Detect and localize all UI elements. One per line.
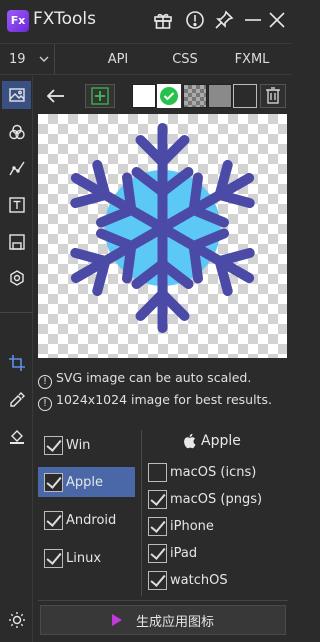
info-text-2: 1024x1024 image for best results. xyxy=(56,392,272,407)
sidebar-frame-button[interactable] xyxy=(2,228,31,256)
minimize-icon[interactable] xyxy=(242,9,264,31)
platform-item-apple[interactable]: Apple xyxy=(38,467,135,497)
checkbox[interactable] xyxy=(148,570,167,590)
delete-button[interactable] xyxy=(260,84,286,108)
bg-swatch-gray[interactable] xyxy=(208,84,232,108)
image-toolbar xyxy=(34,82,292,110)
sidebar-crop-button[interactable] xyxy=(2,349,31,377)
gift-icon[interactable] xyxy=(152,9,174,31)
image-preview xyxy=(38,114,287,358)
bg-swatch-dark[interactable] xyxy=(233,84,257,108)
apple-heading: Apple xyxy=(182,433,241,449)
platform-list: Win Apple Android Linux xyxy=(38,426,138,586)
option-ipad[interactable]: iPad xyxy=(148,540,288,566)
tab-css[interactable]: CSS xyxy=(162,44,208,75)
close-icon[interactable] xyxy=(266,9,288,31)
pin-icon[interactable] xyxy=(213,9,235,31)
sidebar-separator xyxy=(0,312,33,313)
main-panel: ! SVG image can be auto scaled. ! 1024x102… xyxy=(34,76,292,642)
checkbox[interactable] xyxy=(148,489,167,509)
bg-swatch-white[interactable] xyxy=(132,84,156,108)
option-watchos[interactable]: watchOS xyxy=(148,567,288,593)
option-label: macOS (pngs) xyxy=(170,491,263,507)
sidebar-shapes-button[interactable] xyxy=(2,118,31,146)
option-macos-icns[interactable]: macOS (icns) xyxy=(148,459,288,485)
crop-icon xyxy=(8,355,25,371)
checkbox[interactable] xyxy=(148,543,167,563)
sidebar-eyedropper-button[interactable] xyxy=(2,386,31,414)
option-label: iPhone xyxy=(170,518,214,534)
app-title: FXTools xyxy=(33,9,97,29)
frame-icon xyxy=(8,234,25,250)
info-icon[interactable] xyxy=(184,9,206,31)
bottom-divider xyxy=(38,600,288,601)
path-icon xyxy=(8,161,25,176)
platform-label: Android xyxy=(66,512,117,528)
info-circle-icon: ! xyxy=(38,397,52,411)
sidebar xyxy=(0,76,33,642)
sidebar-text-button[interactable] xyxy=(2,191,31,219)
platform-label: Win xyxy=(66,437,91,453)
apple-logo-icon xyxy=(184,433,196,449)
sidebar-path-button[interactable] xyxy=(2,154,31,182)
info-line-1: ! SVG image can be auto scaled. xyxy=(38,370,251,389)
tabs-row: 19 API CSS FXML xyxy=(0,43,292,75)
sidebar-hexagon-button[interactable] xyxy=(2,264,31,292)
version-select[interactable]: 19 xyxy=(0,44,55,75)
checkbox[interactable] xyxy=(44,548,63,568)
app-logo-icon: Fx xyxy=(7,10,29,32)
apple-heading-text: Apple xyxy=(201,433,241,449)
platform-label: Apple xyxy=(66,474,104,490)
info-text-1: SVG image can be auto scaled. xyxy=(56,370,252,385)
snowflake-icon xyxy=(38,123,287,358)
fill-icon xyxy=(9,430,24,444)
trash-icon xyxy=(266,87,280,104)
checkbox[interactable] xyxy=(44,510,63,530)
chevron-down-icon xyxy=(39,56,49,62)
option-label: iPad xyxy=(170,545,198,561)
checkbox[interactable] xyxy=(44,435,63,455)
column-divider xyxy=(141,430,142,596)
play-icon xyxy=(111,614,122,626)
bg-swatch-checker[interactable] xyxy=(183,84,207,108)
version-value: 19 xyxy=(9,52,26,67)
option-iphone[interactable]: iPhone xyxy=(148,513,288,539)
sidebar-fill-button[interactable] xyxy=(2,422,31,450)
image-icon xyxy=(8,88,25,102)
back-button[interactable] xyxy=(42,84,70,108)
add-image-button[interactable] xyxy=(85,84,115,108)
generate-icons-button[interactable]: 生成应用图标 xyxy=(40,605,286,635)
option-macos-pngs[interactable]: macOS (pngs) xyxy=(148,486,288,512)
platform-label: Linux xyxy=(66,550,102,566)
platform-item-linux[interactable]: Linux xyxy=(38,543,135,573)
sun-settings-icon xyxy=(8,612,25,628)
sidebar-settings-button[interactable] xyxy=(2,606,31,634)
generate-label: 生成应用图标 xyxy=(135,614,214,630)
bg-swatch-selected[interactable] xyxy=(157,84,181,108)
text-icon xyxy=(8,197,25,213)
checkbox[interactable] xyxy=(148,462,167,482)
option-label: watchOS xyxy=(170,572,228,588)
check-circle-icon xyxy=(160,87,178,105)
eyedropper-icon xyxy=(9,392,25,407)
sidebar-image-button[interactable] xyxy=(2,81,31,109)
platform-item-android[interactable]: Android xyxy=(38,505,135,535)
tab-fxml[interactable]: FXML xyxy=(228,44,276,75)
hexagon-icon xyxy=(9,270,24,286)
option-label: macOS (icns) xyxy=(170,464,257,480)
plus-icon xyxy=(91,87,109,105)
checkbox[interactable] xyxy=(148,516,167,536)
arrow-left-icon xyxy=(46,89,64,103)
platform-item-win[interactable]: Win xyxy=(38,430,135,460)
tab-api[interactable]: API xyxy=(96,44,140,75)
checkbox[interactable] xyxy=(44,472,63,492)
shapes-icon xyxy=(8,124,25,140)
info-line-2: ! 1024x1024 image for best results. xyxy=(38,392,272,411)
title-bar: Fx FXTools xyxy=(0,0,292,42)
info-circle-icon: ! xyxy=(38,375,52,389)
